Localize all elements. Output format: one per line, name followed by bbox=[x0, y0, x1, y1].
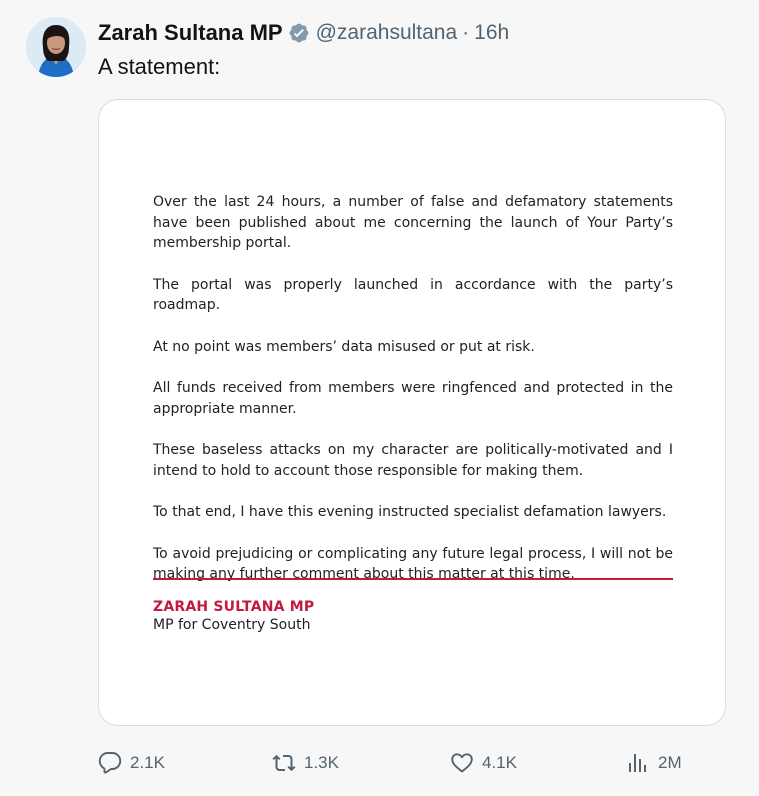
views-button[interactable]: 2M bbox=[626, 748, 682, 778]
views-count: 2M bbox=[658, 753, 682, 772]
post-timestamp[interactable]: 16h bbox=[474, 21, 509, 45]
statement-paragraph: The portal was properly launched in acco… bbox=[153, 276, 673, 314]
tweet-header: Zarah Sultana MP @zarahsultana · 16h bbox=[98, 19, 509, 47]
signature-name: ZARAH SULTANA MP bbox=[153, 599, 315, 615]
tweet-text: A statement: bbox=[98, 54, 221, 79]
statement-paragraph: These baseless attacks on my character a… bbox=[153, 442, 673, 479]
tweet-actions: 2.1K 1.3K 4.1K 2M bbox=[98, 748, 698, 778]
statement-image[interactable]: Over the last 24 hours, a number of fals… bbox=[98, 99, 726, 726]
like-button[interactable]: 4.1K bbox=[450, 748, 517, 778]
retweet-count: 1.3K bbox=[304, 753, 339, 772]
views-icon bbox=[629, 754, 646, 772]
header-separator: · bbox=[462, 21, 470, 44]
retweet-icon bbox=[272, 754, 296, 772]
retweet-button[interactable]: 1.3K bbox=[272, 748, 339, 778]
statement-paragraph: Over the last 24 hours, a number of fals… bbox=[153, 194, 673, 251]
reply-button[interactable]: 2.1K bbox=[98, 748, 165, 778]
author-name[interactable]: Zarah Sultana MP bbox=[98, 20, 283, 46]
statement-paragraph: All funds received from members were rin… bbox=[153, 380, 673, 417]
verified-badge-icon[interactable] bbox=[288, 22, 310, 44]
statement-paragraph: To that end, I have this evening instruc… bbox=[153, 504, 667, 520]
author-handle[interactable]: @zarahsultana bbox=[316, 21, 458, 45]
signature-divider bbox=[153, 578, 673, 580]
heart-icon bbox=[451, 753, 473, 773]
reply-icon bbox=[98, 752, 122, 774]
reply-count: 2.1K bbox=[130, 753, 165, 772]
statement-paragraph: At no point was members’ data misused or… bbox=[153, 338, 535, 355]
avatar[interactable] bbox=[26, 17, 86, 77]
statement-body: Over the last 24 hours, a number of fals… bbox=[153, 192, 673, 606]
like-count: 4.1K bbox=[482, 753, 517, 772]
signature-title: MP for Coventry South bbox=[153, 617, 311, 633]
avatar-portrait bbox=[26, 17, 86, 77]
